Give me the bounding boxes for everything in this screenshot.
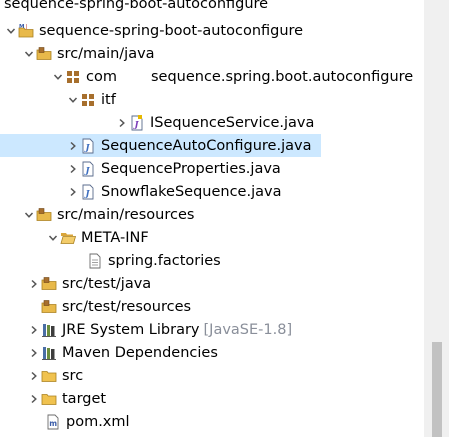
maven-pom-icon: m — [45, 414, 61, 430]
tree-item-package-com[interactable]: com sequence.spring.boot.autoconfigure — [0, 65, 424, 88]
chevron-right-icon[interactable] — [27, 391, 41, 407]
snowflakesequence-label: SnowflakeSequence.java — [101, 183, 282, 200]
text-file-icon — [87, 253, 103, 269]
tree-item-src-folder[interactable]: src — [0, 364, 424, 387]
chevron-right-icon[interactable] — [115, 115, 129, 131]
svg-text:J: J — [84, 166, 91, 176]
svg-text:m: m — [49, 419, 57, 428]
sequenceautoconfigure-label: SequenceAutoConfigure.java — [101, 137, 312, 154]
package-itf-label: itf — [101, 91, 116, 108]
tree-item-package-itf[interactable]: itf — [0, 88, 424, 111]
java-file-icon: J — [80, 184, 96, 200]
package-explorer-tree: sequence-spring-boot-autoconfigure M J s… — [0, 0, 424, 437]
chevron-right-icon[interactable] — [27, 322, 41, 338]
chevron-right-icon[interactable] — [66, 161, 80, 177]
tree-item-project[interactable]: M J sequence-spring-boot-autoconfigure — [0, 19, 424, 42]
chevron-down-icon[interactable] — [22, 207, 36, 223]
chevron-down-icon[interactable] — [66, 92, 80, 108]
package-icon — [80, 92, 96, 108]
svg-text:J: J — [84, 189, 91, 199]
tree-item-src-main-java[interactable]: src/main/java — [0, 42, 424, 65]
isequenceservice-label: ISequenceService.java — [150, 114, 315, 131]
maven-project-icon: M J — [18, 23, 34, 39]
tree-item-spring-factories[interactable]: spring.factories — [0, 249, 424, 272]
tree-item-sequenceproperties[interactable]: J SequenceProperties.java — [0, 157, 424, 180]
chevron-down-icon[interactable] — [46, 230, 60, 246]
chevron-right-icon[interactable] — [27, 345, 41, 361]
jre-system-library-label: JRE System Library — [62, 321, 200, 338]
chevron-right-icon[interactable] — [27, 276, 41, 292]
java-file-icon: J — [80, 161, 96, 177]
source-folder-icon — [41, 299, 57, 315]
chevron-right-icon[interactable] — [66, 138, 80, 154]
package-icon — [65, 69, 81, 85]
tree-item-label: sequence-spring-boot-autoconfigure — [4, 0, 269, 12]
tree-item-isequenceservice[interactable]: J ISequenceService.java — [0, 111, 424, 134]
tree-item-src-test-java[interactable]: src/test/java — [0, 272, 424, 295]
sequenceproperties-label: SequenceProperties.java — [101, 160, 281, 177]
tree-item-src-main-resources[interactable]: src/main/resources — [0, 203, 424, 226]
target-folder-label: target — [62, 390, 107, 407]
pom-xml-label: pom.xml — [66, 413, 130, 430]
source-folder-icon — [36, 207, 52, 223]
package-com-label: com — [86, 68, 117, 85]
library-icon — [41, 345, 57, 361]
src-test-java-label: src/test/java — [62, 275, 152, 292]
src-test-resources-label: src/test/resources — [62, 298, 192, 315]
package-com-suffix-label: sequence.spring.boot.autoconfigure — [150, 68, 414, 85]
maven-dependencies-label: Maven Dependencies — [62, 344, 218, 361]
source-folder-icon — [41, 276, 57, 292]
open-folder-icon — [60, 230, 76, 246]
tree-item-clipped-project[interactable]: sequence-spring-boot-autoconfigure — [0, 0, 424, 15]
src-main-java-label: src/main/java — [57, 45, 155, 62]
meta-inf-label: META-INF — [81, 229, 149, 246]
tree-item-target-folder[interactable]: target — [0, 387, 424, 410]
folder-icon — [41, 391, 57, 407]
chevron-down-icon[interactable] — [4, 23, 18, 39]
svg-text:M: M — [19, 24, 24, 30]
java-file-icon: J — [80, 138, 96, 154]
tree-item-pom-xml[interactable]: m pom.xml — [0, 410, 424, 433]
svg-text:J: J — [25, 24, 27, 30]
src-folder-label: src — [62, 367, 84, 384]
tree-item-sequenceautoconfigure[interactable]: J SequenceAutoConfigure.java — [0, 134, 321, 157]
chevron-down-icon[interactable] — [51, 69, 65, 85]
chevron-right-icon[interactable] — [27, 368, 41, 384]
folder-icon — [41, 368, 57, 384]
vertical-scrollbar[interactable] — [424, 0, 449, 437]
chevron-down-icon[interactable] — [22, 46, 36, 62]
tree-item-maven-dependencies[interactable]: Maven Dependencies — [0, 341, 424, 364]
source-folder-icon — [36, 46, 52, 62]
svg-text:J: J — [133, 120, 140, 130]
scrollbar-thumb[interactable] — [432, 342, 442, 437]
jre-version-decoration: [JavaSE-1.8] — [203, 321, 293, 338]
tree-item-jre-system-library[interactable]: JRE System Library [JavaSE-1.8] — [0, 318, 424, 341]
src-main-resources-label: src/main/resources — [57, 206, 195, 223]
project-label: sequence-spring-boot-autoconfigure — [39, 22, 304, 39]
svg-text:J: J — [84, 143, 91, 153]
spring-factories-label: spring.factories — [108, 252, 221, 269]
java-interface-file-icon: J — [129, 114, 145, 131]
library-icon — [41, 322, 57, 338]
tree-item-meta-inf[interactable]: META-INF — [0, 226, 424, 249]
tree-item-src-test-resources[interactable]: src/test/resources — [0, 295, 424, 318]
tree-item-snowflakesequence[interactable]: J SnowflakeSequence.java — [0, 180, 424, 203]
chevron-right-icon[interactable] — [66, 184, 80, 200]
